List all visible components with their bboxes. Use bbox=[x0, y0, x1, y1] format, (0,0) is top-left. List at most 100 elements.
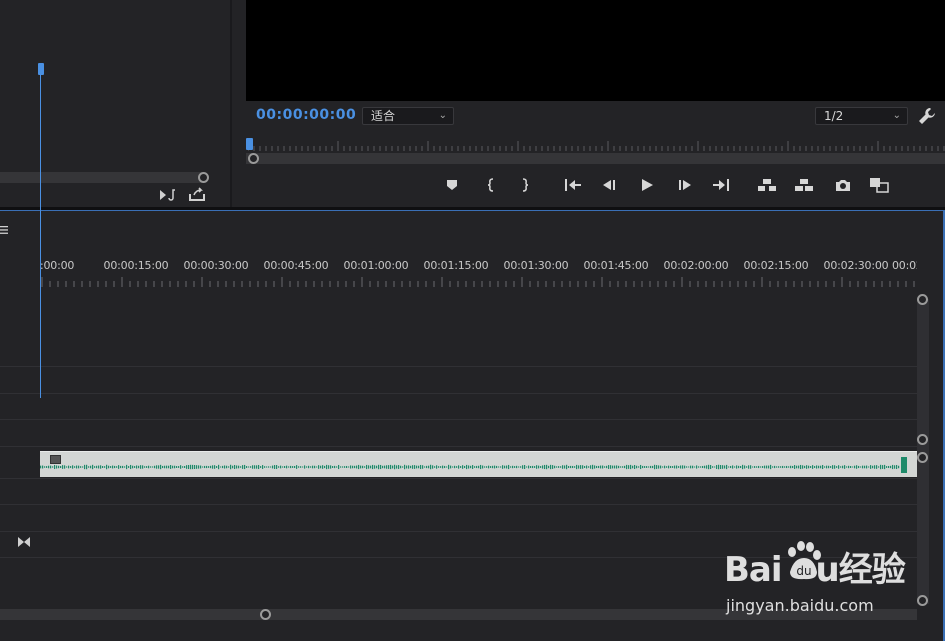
waveform-sample bbox=[386, 465, 388, 469]
source-scroll-handle[interactable] bbox=[198, 172, 209, 183]
video-scroll-bottom-handle[interactable] bbox=[917, 434, 928, 445]
waveform-sample bbox=[606, 465, 608, 469]
play-button[interactable] bbox=[637, 176, 657, 194]
waveform-sample bbox=[454, 465, 456, 469]
waveform-sample bbox=[526, 466, 528, 468]
mark-in-icon bbox=[487, 178, 494, 192]
video-scroll-top-handle[interactable] bbox=[917, 294, 928, 305]
mark-out-button[interactable] bbox=[515, 176, 535, 194]
waveform-sample bbox=[702, 465, 704, 469]
waveform-sample bbox=[342, 466, 344, 468]
timeline-ruler[interactable]: :00:00 00:00:15:00 00:00:30:00 00:00:45:00 0… bbox=[40, 251, 917, 289]
insert-audio-icon[interactable] bbox=[158, 188, 178, 204]
waveform-sample bbox=[872, 465, 874, 469]
mini-scrollbar[interactable] bbox=[246, 153, 945, 164]
playhead-handle[interactable] bbox=[38, 63, 44, 75]
waveform-sample bbox=[272, 465, 274, 469]
waveform-sample bbox=[798, 465, 800, 469]
waveform-sample bbox=[58, 465, 60, 469]
waveform-sample bbox=[536, 465, 538, 469]
waveform-sample bbox=[708, 464, 710, 470]
waveform-sample bbox=[224, 465, 226, 469]
waveform-sample bbox=[592, 464, 594, 470]
waveform-sample bbox=[324, 465, 326, 469]
waveform-sample bbox=[340, 466, 342, 468]
lift-button[interactable] bbox=[757, 176, 777, 194]
waveform-sample bbox=[234, 464, 236, 470]
waveform-sample bbox=[138, 465, 140, 469]
waveform-sample bbox=[240, 466, 242, 468]
mini-time-ruler[interactable] bbox=[248, 139, 945, 153]
video-preview[interactable] bbox=[246, 0, 945, 101]
waveform-sample bbox=[104, 466, 106, 468]
audio-clip[interactable] bbox=[40, 451, 917, 477]
extract-button[interactable] bbox=[794, 176, 814, 194]
mini-playhead[interactable] bbox=[246, 138, 253, 150]
waveform-sample bbox=[414, 465, 416, 469]
audio-scroll-top-handle[interactable] bbox=[917, 452, 928, 463]
waveform-sample bbox=[810, 466, 812, 468]
waveform-sample bbox=[846, 466, 848, 468]
waveform-sample bbox=[216, 466, 218, 468]
track-divider bbox=[0, 531, 917, 532]
waveform-sample bbox=[636, 465, 638, 469]
zoom-fit-dropdown[interactable]: 适合 ⌄ bbox=[362, 107, 454, 125]
waveform-sample bbox=[684, 465, 686, 469]
waveform-sample bbox=[676, 465, 678, 469]
waveform-sample bbox=[728, 466, 730, 468]
bowtie-icon[interactable] bbox=[17, 533, 31, 547]
go-to-in-button[interactable] bbox=[563, 176, 583, 194]
playback-resolution-dropdown[interactable]: 1/2 ⌄ bbox=[815, 107, 908, 125]
panel-menu-icon[interactable] bbox=[0, 220, 8, 234]
waveform-sample bbox=[666, 466, 668, 468]
waveform-sample bbox=[788, 466, 790, 468]
waveform-sample bbox=[584, 466, 586, 468]
waveform-sample bbox=[416, 465, 418, 469]
waveform-sample bbox=[72, 465, 74, 469]
waveform-sample bbox=[258, 464, 260, 470]
waveform-sample bbox=[616, 465, 618, 469]
waveform-sample bbox=[464, 465, 466, 469]
track-divider bbox=[0, 504, 917, 505]
waveform-sample bbox=[206, 465, 208, 469]
waveform-sample bbox=[64, 465, 66, 469]
waveform-sample bbox=[54, 464, 56, 470]
waveform-sample bbox=[892, 464, 894, 470]
play-icon bbox=[642, 179, 653, 191]
source-scrollbar[interactable] bbox=[0, 172, 205, 183]
waveform-sample bbox=[188, 464, 190, 470]
go-to-out-button[interactable] bbox=[711, 176, 731, 194]
waveform-sample bbox=[538, 465, 540, 469]
waveform-sample bbox=[336, 466, 338, 468]
mark-in-button[interactable] bbox=[481, 176, 501, 194]
waveform-sample bbox=[96, 465, 98, 469]
export-frame-button[interactable] bbox=[833, 176, 853, 194]
ruler-tick-label: 00:02:00:00 bbox=[663, 259, 729, 272]
waveform-sample bbox=[338, 464, 340, 470]
waveform-sample bbox=[202, 466, 204, 468]
step-forward-button[interactable] bbox=[675, 176, 695, 194]
waveform-sample bbox=[790, 465, 792, 469]
waveform-sample bbox=[80, 466, 82, 468]
comparison-view-button[interactable] bbox=[869, 176, 889, 194]
waveform-sample bbox=[694, 466, 696, 468]
export-icon[interactable] bbox=[187, 187, 207, 203]
waveform-sample bbox=[576, 464, 578, 470]
waveform-sample bbox=[92, 464, 94, 470]
wrench-icon[interactable] bbox=[918, 107, 936, 125]
waveform-sample bbox=[524, 465, 526, 469]
mini-scroll-handle[interactable] bbox=[248, 153, 259, 164]
waveform-sample bbox=[662, 466, 664, 468]
waveform-sample bbox=[806, 465, 808, 469]
waveform-sample bbox=[670, 465, 672, 469]
waveform-sample bbox=[430, 464, 432, 470]
waveform-sample bbox=[320, 465, 322, 469]
playhead-timecode[interactable]: 00:00:00:00 bbox=[256, 107, 356, 123]
horizontal-scroll-handle[interactable] bbox=[260, 609, 271, 620]
waveform-sample bbox=[252, 465, 254, 469]
waveform-sample bbox=[260, 466, 262, 468]
waveform-sample bbox=[182, 466, 184, 468]
add-marker-button[interactable] bbox=[442, 176, 462, 194]
step-back-button[interactable] bbox=[599, 176, 619, 194]
waveform-sample bbox=[896, 464, 898, 470]
